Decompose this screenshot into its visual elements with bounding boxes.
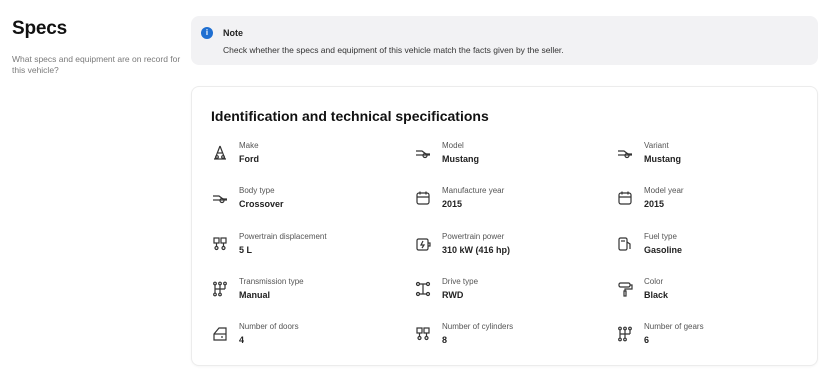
spec-value: Gasoline bbox=[644, 245, 683, 255]
spec-label: Fuel type bbox=[644, 232, 677, 241]
spec-value: 8 bbox=[442, 335, 448, 345]
spec-label: Manufacture year bbox=[442, 186, 505, 195]
fuel-pump-icon bbox=[616, 235, 634, 253]
spec-value: Mustang bbox=[442, 154, 479, 164]
spec-label: Powertrain power bbox=[442, 232, 505, 241]
page-title: Specs bbox=[12, 18, 67, 39]
calendar-icon bbox=[616, 189, 634, 207]
spec-value: Mustang bbox=[644, 154, 681, 164]
drivetrain-icon bbox=[414, 280, 432, 298]
note-title: Note bbox=[223, 28, 243, 38]
spec-manufacture-year: Manufacture year 2015 bbox=[414, 186, 604, 220]
spec-make: Make Ford bbox=[211, 141, 401, 175]
spec-number-of-doors: Number of doors 4 bbox=[211, 322, 401, 356]
spec-value: 2015 bbox=[644, 199, 665, 209]
spec-label: Color bbox=[644, 277, 664, 286]
specs-card-title: Identification and technical specificati… bbox=[211, 108, 489, 124]
spec-label: Body type bbox=[239, 186, 275, 195]
spec-value: 310 kW (416 hp) bbox=[442, 245, 511, 255]
car-icon bbox=[616, 144, 634, 162]
engine-icon bbox=[414, 325, 432, 343]
spec-fuel-type: Fuel type Gasoline bbox=[616, 232, 806, 266]
car-icon bbox=[414, 144, 432, 162]
spec-label: Number of cylinders bbox=[442, 322, 514, 331]
page-description: What specs and equipment are on record f… bbox=[12, 54, 181, 75]
spec-value: 5 L bbox=[239, 245, 253, 255]
specs-card: Identification and technical specificati… bbox=[191, 86, 818, 366]
spec-label: Powertrain displacement bbox=[239, 232, 327, 241]
note-text: Check whether the specs and equipment of… bbox=[223, 45, 564, 55]
spec-value: Crossover bbox=[239, 199, 284, 209]
car-door-icon bbox=[211, 325, 229, 343]
calendar-icon bbox=[414, 189, 432, 207]
info-icon: i bbox=[201, 27, 213, 39]
spec-powertrain-power: Powertrain power 310 kW (416 hp) bbox=[414, 232, 604, 266]
spec-drive-type: Drive type RWD bbox=[414, 277, 604, 311]
spec-label: Drive type bbox=[442, 277, 479, 286]
spec-label: Model year bbox=[644, 186, 684, 195]
spec-color: Color Black bbox=[616, 277, 806, 311]
spec-label: Variant bbox=[644, 141, 669, 150]
spec-label: Make bbox=[239, 141, 259, 150]
spec-number-of-cylinders: Number of cylinders 8 bbox=[414, 322, 604, 356]
car-tow-icon bbox=[211, 144, 229, 162]
gear-shift-icon bbox=[616, 325, 634, 343]
spec-value: Ford bbox=[239, 154, 259, 164]
gear-shift-icon bbox=[211, 280, 229, 298]
spec-label: Transmission type bbox=[239, 277, 304, 286]
spec-label: Model bbox=[442, 141, 464, 150]
specs-sidebar: Specs What specs and equipment are on re… bbox=[12, 18, 182, 76]
spec-value: Black bbox=[644, 290, 669, 300]
spec-model: Model Mustang bbox=[414, 141, 604, 175]
engine-icon bbox=[211, 235, 229, 253]
spec-body-type: Body type Crossover bbox=[211, 186, 401, 220]
spec-label: Number of gears bbox=[644, 322, 704, 331]
spec-number-of-gears: Number of gears 6 bbox=[616, 322, 806, 356]
spec-label: Number of doors bbox=[239, 322, 299, 331]
battery-power-icon bbox=[414, 235, 432, 253]
car-icon bbox=[211, 189, 229, 207]
spec-value: Manual bbox=[239, 290, 271, 300]
spec-powertrain-displacement: Powertrain displacement 5 L bbox=[211, 232, 401, 266]
spec-value: 4 bbox=[239, 335, 245, 345]
spec-value: 2015 bbox=[442, 199, 463, 209]
spec-variant: Variant Mustang bbox=[616, 141, 806, 175]
spec-transmission-type: Transmission type Manual bbox=[211, 277, 401, 311]
spec-model-year: Model year 2015 bbox=[616, 186, 806, 220]
note-banner: i Note Check whether the specs and equip… bbox=[191, 16, 818, 65]
spec-value: RWD bbox=[442, 290, 464, 300]
spec-value: 6 bbox=[644, 335, 650, 345]
paint-roller-icon bbox=[616, 280, 634, 298]
